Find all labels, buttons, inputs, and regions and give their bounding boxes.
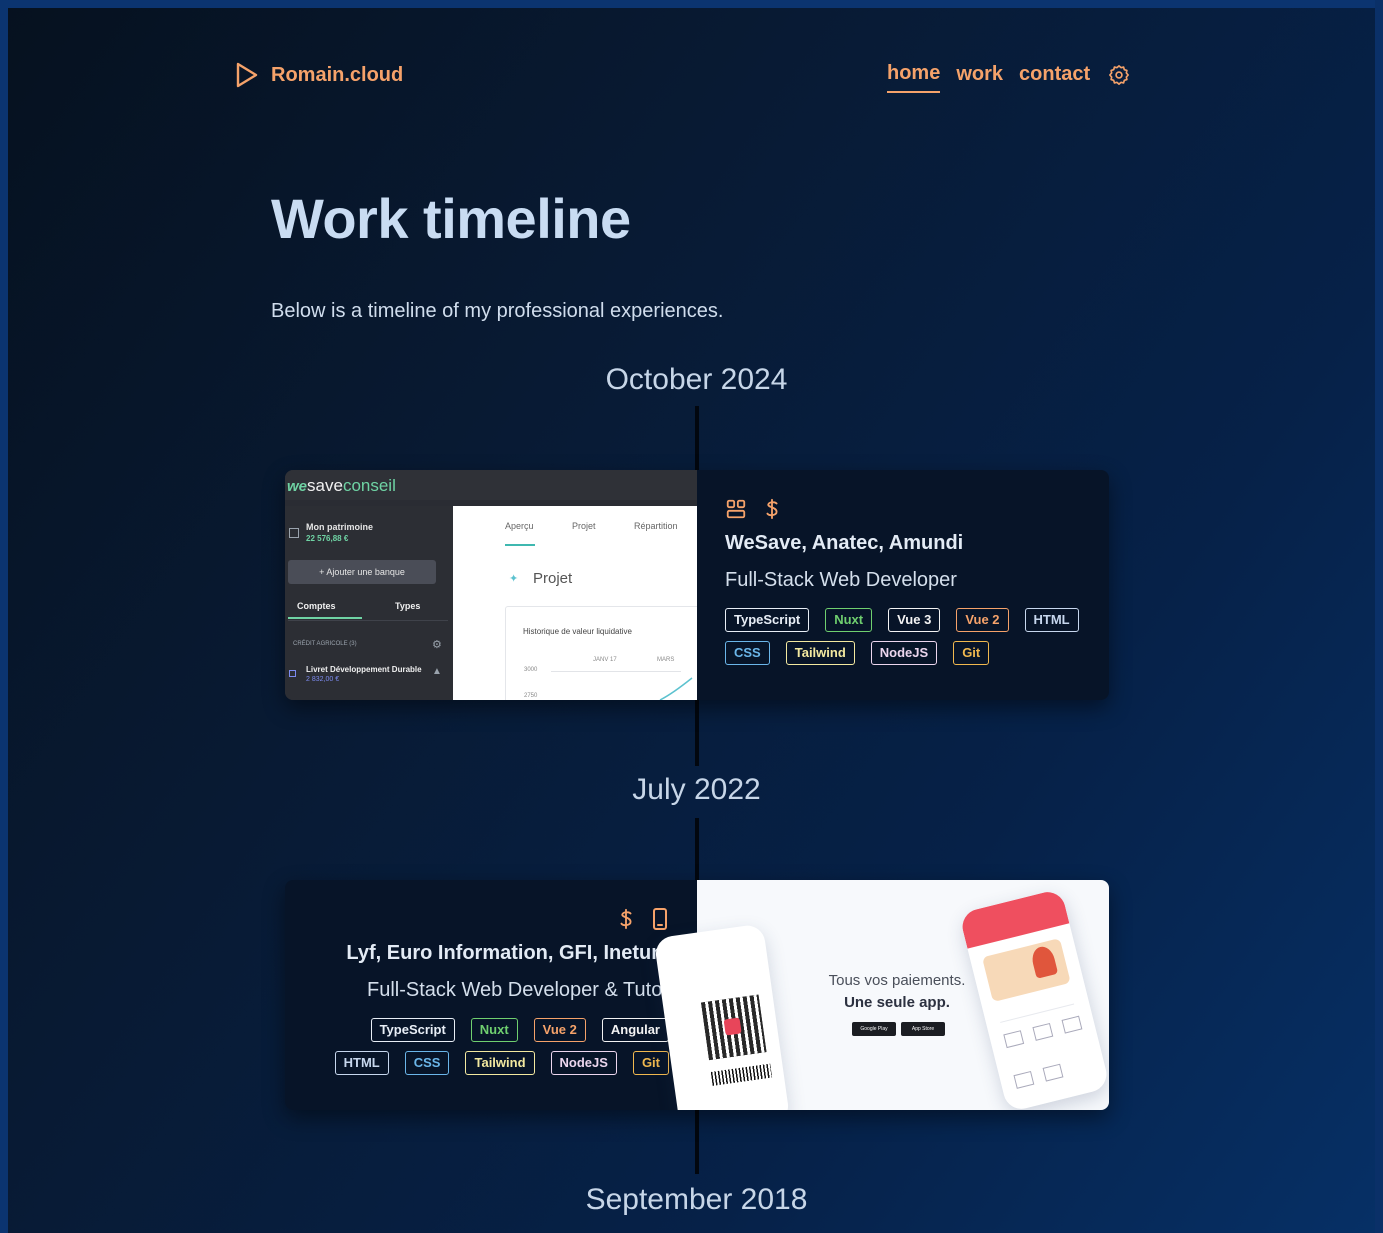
tech-tag: Vue 2: [956, 608, 1009, 632]
screenshot-tab-types: Types: [395, 601, 421, 611]
dollar-icon: [620, 908, 632, 930]
tech-tag: Angular: [601, 1018, 669, 1042]
barcode-graphic: [710, 1063, 773, 1086]
window-frame-right: [1375, 0, 1383, 1233]
timeline-date: July 2022: [632, 773, 761, 806]
screenshot-account-name: Livret Développement Durable: [306, 665, 422, 674]
tech-tag: Nuxt: [470, 1018, 518, 1042]
screenshot-tab-comptes: Comptes: [297, 601, 336, 611]
screenshot-chart-gridline: [551, 671, 681, 672]
phone-voucher-icon: [1061, 1015, 1083, 1034]
nav-home-link[interactable]: home: [887, 62, 941, 93]
screenshot-projet-title: Projet: [533, 570, 573, 587]
screenshot-chart-title: Historique de valeur liquidative: [523, 627, 632, 636]
screenshot-topbar: wesaveconseil: [285, 470, 697, 500]
tech-tag: NodeJS: [870, 641, 938, 665]
warning-icon: ▲: [432, 666, 442, 677]
page-title: Work timeline: [271, 187, 631, 250]
experience-role: Full-Stack Web Developer & Tutor: [367, 979, 669, 1001]
screenshot-add-bank: + Ajouter une banque: [288, 560, 436, 584]
screenshot-patrimoine-value: 22 576,88 €: [306, 534, 349, 543]
tech-tags: TypeScript Nuxt Vue 3 Vue 2 HTML CSS Tai…: [725, 608, 1081, 665]
experience-card[interactable]: Lyf, Euro Information, GFI, Inetum Full-…: [285, 880, 1109, 1110]
project-screenshot-wesave: wesaveconseil Mon patrimoine 22 576,88 €…: [285, 470, 707, 700]
tech-tags: TypeScript Nuxt Vue 2 Angular HTML CSS T…: [313, 1018, 669, 1075]
sparkle-icon: ✦: [509, 573, 519, 585]
phone-request-icon: [1042, 1063, 1064, 1082]
grid-icon: [289, 528, 299, 538]
screenshot-chart-line: [659, 677, 693, 700]
account-square-icon: [289, 670, 296, 677]
gear-icon: ⚙: [432, 639, 442, 651]
experience-info: WeSave, Anatec, Amundi Full-Stack Web De…: [697, 470, 1109, 700]
experience-card[interactable]: wesaveconseil Mon patrimoine 22 576,88 €…: [285, 470, 1109, 700]
tech-tag: HTML: [1024, 608, 1079, 632]
timeline-date: October 2024: [605, 363, 788, 396]
lyf-subline: Une seule app.: [844, 994, 950, 1011]
phone-qr-icon: [1003, 1030, 1025, 1049]
screenshot-brand-conseil: conseil: [342, 476, 396, 495]
site-logo-link[interactable]: Romain.cloud: [235, 62, 403, 88]
tech-tag: Tailwind: [465, 1051, 535, 1075]
screenshot-chart-axis: 2750: [524, 693, 538, 699]
screenshot-chart-label: JANV 17: [593, 657, 617, 663]
tech-tag: Vue 3: [888, 608, 941, 632]
tech-tag: Git: [632, 1051, 669, 1075]
dollar-icon: [766, 498, 778, 520]
screenshot-chart-label: MARS: [657, 657, 675, 663]
screenshot-tab-underline: [505, 544, 535, 546]
site-logo-text: Romain.cloud: [271, 63, 404, 86]
google-play-badge[interactable]: Google Play: [852, 1022, 896, 1036]
tech-tag: TypeScript: [725, 608, 810, 632]
phone-mockup-right: [958, 888, 1109, 1110]
tech-tag: HTML: [334, 1051, 389, 1075]
tech-tag: Git: [953, 641, 990, 665]
team-icon: [726, 499, 746, 519]
timeline-date: September 2018: [585, 1183, 808, 1216]
tech-tag: Nuxt: [825, 608, 873, 632]
screenshot-tab-apercu: Aperçu: [505, 521, 534, 531]
lyf-logo-mark: [723, 1017, 742, 1036]
screenshot-chart-axis: 3000: [524, 667, 538, 673]
phone-mockup-left: [653, 923, 791, 1110]
screenshot-brand-we: we: [287, 478, 308, 495]
screenshot-sidebar: Mon patrimoine 22 576,88 € + Ajouter une…: [285, 506, 453, 700]
nav-contact-link[interactable]: contact: [1019, 63, 1090, 92]
screenshot-brand-save: save: [307, 476, 343, 495]
window-frame-left: [0, 0, 8, 1233]
screenshot-tab-projet: Projet: [572, 521, 596, 531]
experience-role: Full-Stack Web Developer: [725, 569, 957, 591]
experience-icons: [313, 906, 669, 932]
screenshot-account-value: 2 832,00 €: [306, 676, 340, 683]
phone-card-icon: [1032, 1022, 1054, 1041]
experience-company: Lyf, Euro Information, GFI, Inetum: [346, 942, 669, 964]
screenshot-divider: [288, 620, 448, 621]
tech-tag: TypeScript: [370, 1018, 455, 1042]
tech-tag: NodeJS: [550, 1051, 617, 1075]
lyf-headline: Tous vos paiements.: [828, 972, 966, 989]
project-screenshot-lyf: Tous vos paiements. Une seule app. Googl…: [653, 880, 1109, 1110]
screenshot-patrimoine-label: Mon patrimoine: [306, 522, 373, 532]
app-store-badge[interactable]: App Store: [901, 1022, 945, 1036]
tech-tag: CSS: [725, 641, 770, 665]
experience-icons: [725, 496, 1081, 522]
experience-info: Lyf, Euro Information, GFI, Inetum Full-…: [285, 880, 697, 1110]
screenshot-bank-group: CRÉDIT AGRICOLE (3): [293, 641, 357, 647]
phone-send-icon: [1013, 1070, 1035, 1089]
main-nav: home work contact: [887, 62, 1130, 93]
tech-tag: Tailwind: [785, 641, 855, 665]
experience-company: WeSave, Anatec, Amundi: [725, 532, 964, 554]
page-intro: Below is a timeline of my professional e…: [271, 300, 724, 322]
screenshot-tab-repartition: Répartition: [634, 521, 678, 531]
screenshot-tab-underline: [288, 617, 362, 619]
play-logo-icon: [236, 62, 258, 88]
window-frame-top: [0, 0, 1383, 8]
mobile-icon: [653, 908, 667, 930]
screenshot-main: Aperçu Projet Répartition ✦ Projet Histo…: [453, 506, 707, 700]
tech-tag: CSS: [404, 1051, 450, 1075]
settings-badge-icon[interactable]: [1108, 64, 1130, 86]
tech-tag: Vue 2: [533, 1018, 586, 1042]
nav-work-link[interactable]: work: [956, 63, 1003, 92]
